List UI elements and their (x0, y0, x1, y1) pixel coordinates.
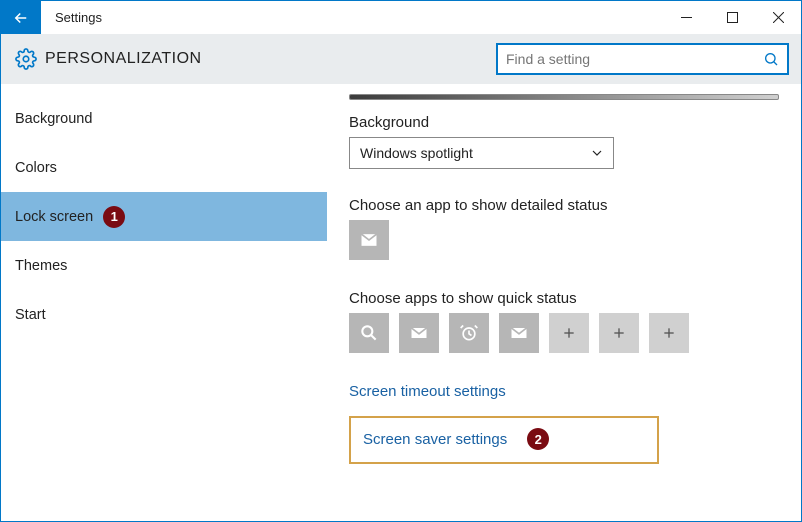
search-icon (763, 51, 779, 67)
callout-badge-1: 1 (103, 206, 125, 228)
quick-status-row (349, 313, 779, 353)
dropdown-value: Windows spotlight (360, 145, 473, 161)
link-screen-timeout[interactable]: Screen timeout settings (349, 383, 779, 400)
spacer (102, 1, 663, 34)
detailed-app-slot-mail[interactable] (349, 220, 389, 260)
search-input[interactable] (506, 51, 763, 67)
page-header: PERSONALIZATION (1, 34, 801, 84)
gear-icon (13, 46, 39, 72)
arrow-left-icon (12, 9, 30, 27)
sidebar-item-themes[interactable]: Themes (1, 241, 327, 290)
window-title: Settings (41, 1, 102, 34)
close-icon (773, 12, 784, 23)
plus-icon (561, 325, 577, 341)
quick-app-slot-mail-2[interactable] (499, 313, 539, 353)
body: Background Colors Lock screen 1 Themes S… (1, 84, 801, 521)
background-label: Background (349, 114, 779, 131)
titlebar: Settings (1, 1, 801, 34)
maximize-button[interactable] (709, 1, 755, 34)
quick-app-slot-add-3[interactable] (649, 313, 689, 353)
sidebar-item-label: Background (15, 111, 92, 127)
quick-app-slot-mail[interactable] (399, 313, 439, 353)
sidebar-item-label: Themes (15, 258, 67, 274)
detailed-status-row (349, 220, 779, 260)
sidebar-item-label: Lock screen (15, 209, 93, 225)
back-button[interactable] (1, 1, 41, 34)
quick-status-label: Choose apps to show quick status (349, 290, 779, 307)
page-title: PERSONALIZATION (45, 50, 202, 68)
sidebar-item-label: Start (15, 307, 46, 323)
callout-badge-2: 2 (527, 428, 549, 450)
quick-app-slot-add-1[interactable] (549, 313, 589, 353)
plus-icon (661, 325, 677, 341)
screen-saver-highlight: Screen saver settings 2 (349, 416, 659, 464)
quick-app-slot-add-2[interactable] (599, 313, 639, 353)
minimize-icon (681, 12, 692, 23)
mail-icon (359, 230, 379, 250)
quick-app-slot-alarm[interactable] (449, 313, 489, 353)
sidebar-item-background[interactable]: Background (1, 94, 327, 143)
close-button[interactable] (755, 1, 801, 34)
link-screen-saver[interactable]: Screen saver settings (363, 431, 507, 448)
alarm-icon (459, 323, 479, 343)
plus-icon (611, 325, 627, 341)
sidebar-item-start[interactable]: Start (1, 290, 327, 339)
chevron-down-icon (591, 147, 603, 159)
background-dropdown[interactable]: Windows spotlight (349, 137, 614, 169)
sidebar-item-label: Colors (15, 160, 57, 176)
mail-icon (509, 323, 529, 343)
maximize-icon (727, 12, 738, 23)
sidebar-item-colors[interactable]: Colors (1, 143, 327, 192)
content-panel: Background Windows spotlight Choose an a… (327, 84, 801, 521)
detailed-status-label: Choose an app to show detailed status (349, 197, 779, 214)
mail-icon (409, 323, 429, 343)
sidebar: Background Colors Lock screen 1 Themes S… (1, 84, 327, 521)
sidebar-item-lock-screen[interactable]: Lock screen 1 (1, 192, 327, 241)
search-icon (359, 323, 379, 343)
minimize-button[interactable] (663, 1, 709, 34)
lockscreen-preview (349, 94, 779, 100)
quick-app-slot-search[interactable] (349, 313, 389, 353)
search-box[interactable] (496, 43, 789, 75)
window-controls (663, 1, 801, 34)
